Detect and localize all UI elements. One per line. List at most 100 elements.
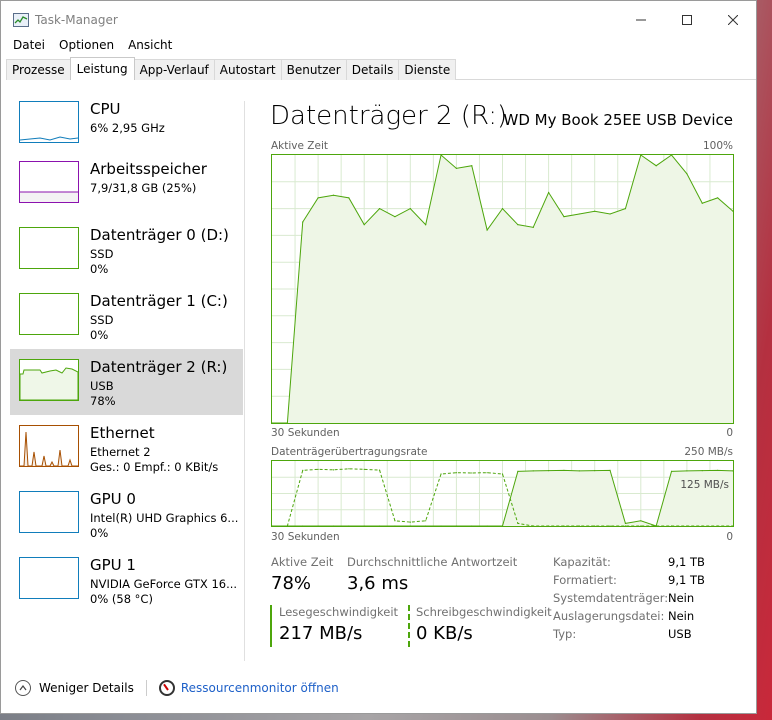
menu-ansicht[interactable]: Ansicht bbox=[128, 38, 172, 54]
read-data-point bbox=[378, 525, 381, 527]
sidebar-item-disk-1[interactable]: Datenträger 1 (C:) SSD 0% bbox=[10, 283, 243, 349]
sidebar-item-type: SSD bbox=[90, 247, 114, 261]
data-point bbox=[578, 213, 580, 215]
write-data-point bbox=[548, 525, 550, 527]
prop-value: 9,1 TB bbox=[668, 555, 705, 569]
chart2-max-label: 250 MB/s bbox=[684, 446, 733, 458]
resource-monitor-label: Ressourcenmonitor öffnen bbox=[180, 681, 339, 695]
sidebar-item-gpu-1[interactable]: GPU 1 NVIDIA GeForce GTX 16... 0% (58 °C… bbox=[10, 547, 243, 613]
read-data-point bbox=[563, 469, 565, 471]
sidebar-item-gpu-0[interactable]: GPU 0 Intel(R) UHD Graphics 6... 0% bbox=[10, 481, 243, 547]
write-data-point bbox=[670, 525, 673, 527]
read-data-point bbox=[624, 522, 627, 524]
write-data-point bbox=[578, 525, 580, 527]
prop-label: Auslagerungsdatei: bbox=[553, 609, 665, 623]
data-point bbox=[563, 216, 565, 218]
data-point bbox=[394, 216, 396, 218]
minimize-button[interactable] bbox=[618, 1, 664, 39]
sidebar-item-disk-2[interactable]: Datenträger 2 (R:) USB 78% bbox=[10, 349, 243, 415]
memory-mini-graph bbox=[19, 161, 79, 203]
data-point bbox=[317, 197, 319, 199]
sidebar-item-usage: 0% bbox=[90, 262, 109, 276]
disk-2-mini-graph bbox=[19, 359, 79, 401]
menu-datei[interactable]: Datei bbox=[13, 38, 45, 54]
read-data-point bbox=[609, 469, 611, 471]
read-data-point bbox=[670, 470, 673, 472]
prop-label: Kapazität: bbox=[553, 555, 611, 569]
active-time-value: 78% bbox=[271, 573, 312, 594]
ethernet-mini-graph bbox=[19, 425, 79, 467]
write-data-point bbox=[532, 525, 534, 527]
sidebar-item-title: GPU 0 bbox=[90, 490, 136, 508]
sidebar-item-disk-0[interactable]: Datenträger 0 (D:) SSD 0% bbox=[10, 217, 243, 283]
read-data-point bbox=[578, 470, 580, 472]
resource-monitor-icon bbox=[158, 680, 175, 696]
write-data-point bbox=[378, 469, 381, 471]
fewer-details-button[interactable]: Weniger Details bbox=[15, 680, 134, 696]
write-data-point bbox=[440, 473, 442, 475]
read-data-point bbox=[486, 525, 488, 527]
data-point bbox=[670, 154, 673, 156]
write-data-point bbox=[501, 473, 504, 475]
sidebar-item-title: GPU 1 bbox=[90, 556, 136, 574]
active-time-label: Aktive Zeit bbox=[271, 555, 334, 569]
chart2-label: Datenträgerübertragungsrate bbox=[271, 446, 428, 458]
data-point bbox=[425, 224, 427, 226]
write-data-point bbox=[348, 468, 350, 470]
sidebar-item-type: SSD bbox=[90, 313, 114, 327]
tab-leistung[interactable]: Leistung bbox=[69, 57, 135, 80]
write-data-point bbox=[455, 472, 457, 474]
data-point bbox=[732, 210, 734, 212]
read-data-point bbox=[425, 525, 427, 527]
cpu-mini-graph bbox=[19, 101, 79, 143]
write-data-point bbox=[732, 525, 734, 527]
read-data-point bbox=[348, 525, 350, 527]
data-point bbox=[717, 197, 719, 199]
write-data-point bbox=[317, 468, 319, 470]
read-speed-indicator bbox=[270, 605, 272, 647]
prop-value: 9,1 TB bbox=[668, 573, 705, 587]
close-button[interactable] bbox=[710, 1, 756, 39]
read-data-point bbox=[409, 525, 411, 527]
write-data-point bbox=[471, 472, 473, 474]
read-data-point bbox=[302, 525, 304, 527]
read-speed-label: Lesegeschwindigkeit bbox=[279, 605, 399, 619]
write-data-point bbox=[363, 468, 365, 470]
resource-monitor-link[interactable]: Ressourcenmonitor öffnen bbox=[158, 680, 339, 696]
tab-details[interactable]: Details bbox=[345, 59, 400, 80]
read-data-point bbox=[717, 469, 719, 471]
title-bar: Task-Manager bbox=[1, 1, 756, 41]
read-data-point bbox=[532, 470, 534, 472]
sidebar-item-cpu[interactable]: CPU 6% 2,95 GHz bbox=[10, 91, 243, 157]
write-data-point bbox=[271, 525, 273, 527]
write-data-point bbox=[701, 525, 703, 527]
read-data-point bbox=[440, 525, 442, 527]
write-data-point bbox=[332, 469, 335, 471]
read-data-point bbox=[332, 525, 335, 527]
write-speed-indicator bbox=[408, 605, 410, 647]
sidebar-item-ethernet[interactable]: Ethernet Ethernet 2 Ges.: 0 Empf.: 0 KBi… bbox=[10, 415, 243, 481]
gpu-1-mini-graph bbox=[19, 557, 79, 599]
tab-bar: Prozesse Leistung App-Verlauf Autostart … bbox=[6, 57, 756, 80]
tab-benutzer[interactable]: Benutzer bbox=[280, 59, 347, 80]
tab-dienste[interactable]: Dienste bbox=[398, 59, 457, 80]
maximize-button[interactable] bbox=[664, 1, 710, 39]
sidebar-item-title: Datenträger 1 (C:) bbox=[90, 292, 228, 310]
data-point bbox=[440, 154, 442, 156]
sidebar-item-title: Ethernet bbox=[90, 424, 155, 442]
prop-label: Systemdatenträger: bbox=[553, 591, 669, 605]
read-data-point bbox=[317, 525, 319, 527]
sidebar-item-title: Arbeitsspeicher bbox=[90, 160, 207, 178]
menu-optionen[interactable]: Optionen bbox=[59, 38, 114, 54]
sidebar-item-memory[interactable]: Arbeitsspeicher 7,9/31,8 GB (25%) bbox=[10, 151, 243, 217]
tab-autostart[interactable]: Autostart bbox=[213, 59, 282, 80]
tab-prozesse[interactable]: Prozesse bbox=[6, 59, 71, 80]
write-data-point bbox=[640, 525, 642, 527]
chart1-x-left: 30 Sekunden bbox=[271, 427, 340, 439]
tab-app-verlauf[interactable]: App-Verlauf bbox=[133, 59, 215, 80]
data-point bbox=[640, 154, 642, 156]
chart1-max-label: 100% bbox=[702, 140, 733, 152]
task-manager-app-icon bbox=[13, 13, 29, 27]
write-data-point bbox=[394, 520, 396, 522]
data-point bbox=[701, 202, 703, 204]
